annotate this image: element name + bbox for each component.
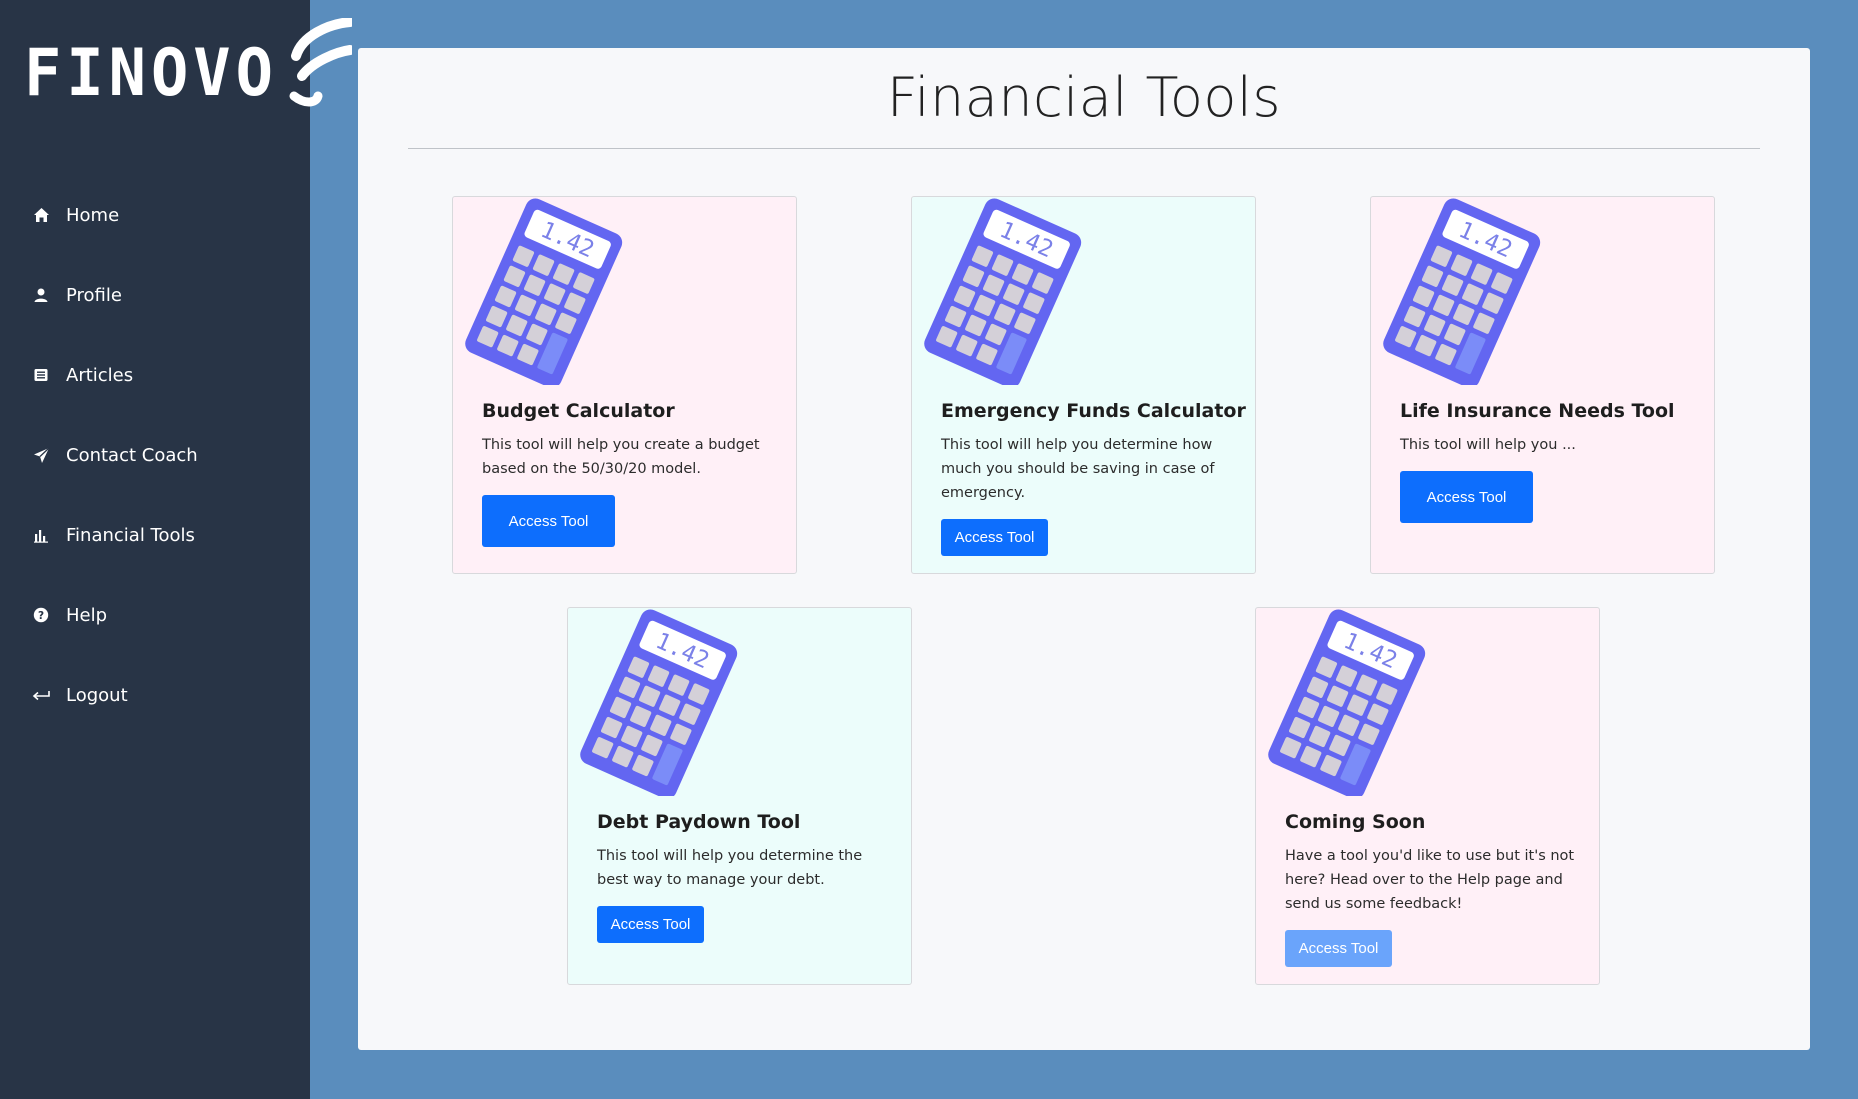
logout-arrow-icon [32,686,50,704]
sidebar-item-contact-coach[interactable]: Contact Coach [0,415,310,495]
card-description: This tool will help you determine the be… [597,848,863,888]
paper-plane-icon [32,446,50,464]
calculator-icon: 1.42 [1383,198,1541,385]
access-tool-button-disabled[interactable]: Access Tool [1285,930,1392,967]
tool-card-coming-soon: 1.42 Coming Soon Have a tool you'd like … [1255,607,1600,985]
sidebar-item-label: Contact Coach [66,444,198,466]
svg-text:?: ? [38,610,44,622]
sidebar-item-label: Financial Tools [66,524,195,546]
user-icon [32,286,50,304]
sidebar-item-home[interactable]: Home [0,175,310,255]
tool-card-life-insurance-needs-tool: 1.42 Life Insurance Needs Tool This tool… [1370,196,1715,574]
sidebar-item-financial-tools[interactable]: Financial Tools [0,495,310,575]
tool-card-budget-calculator: 1.42 Budget Calculator This tool will he… [452,196,797,574]
main-panel: Financial Tools 1.42 Budget Calculator T… [358,48,1810,1050]
card-title: Emergency Funds Calculator [941,400,1246,422]
finovo-logo[interactable]: FINOVO [24,18,352,111]
card-title: Life Insurance Needs Tool [1400,400,1675,422]
calculator-icon: 1.42 [924,198,1082,385]
tool-card-debt-paydown-tool: 1.42 Debt Paydown Tool This tool will he… [567,607,912,985]
card-title: Debt Paydown Tool [597,811,801,833]
calculator-icon: 1.42 [465,198,623,385]
card-title: Budget Calculator [482,400,675,422]
sidebar-nav: Home Profile Articles Contact Coach Fina… [0,175,310,735]
home-icon [32,206,50,224]
sidebar-item-label: Logout [66,684,128,706]
sidebar-item-profile[interactable]: Profile [0,255,310,335]
tool-card-emergency-funds-calculator: 1.42 Emergency Funds Calculator This too… [911,196,1256,574]
bar-chart-icon [32,526,50,544]
sidebar-item-logout[interactable]: Logout [0,655,310,735]
sidebar-item-label: Articles [66,364,134,386]
access-tool-button[interactable]: Access Tool [482,495,615,547]
sidebar-item-label: Home [66,204,120,226]
card-description: This tool will help you determine how mu… [941,437,1215,501]
access-tool-button[interactable]: Access Tool [597,906,704,943]
title-divider [408,148,1760,149]
access-tool-button[interactable]: Access Tool [1400,471,1533,523]
sidebar-item-help[interactable]: ? Help [0,575,310,655]
page-title: Financial Tools [886,66,1282,129]
sidebar-item-label: Help [66,604,108,626]
card-description: This tool will help you ... [1400,437,1576,453]
logo-mark-icon [289,18,352,107]
question-circle-icon: ? [32,606,50,624]
access-tool-button[interactable]: Access Tool [941,519,1048,556]
sidebar: FINOVO Home Profile Articles Contact Coa… [0,0,352,1099]
calculator-icon: 1.42 [1268,609,1426,796]
card-description: This tool will help you create a budget … [482,437,760,477]
brand-name: FINOVO [24,34,278,111]
card-description: Have a tool you'd like to use but it's n… [1285,848,1575,912]
sidebar-item-articles[interactable]: Articles [0,335,310,415]
newspaper-icon [32,366,50,384]
sidebar-item-label: Profile [66,284,122,306]
calculator-icon: 1.42 [580,609,738,796]
card-title: Coming Soon [1285,811,1426,833]
